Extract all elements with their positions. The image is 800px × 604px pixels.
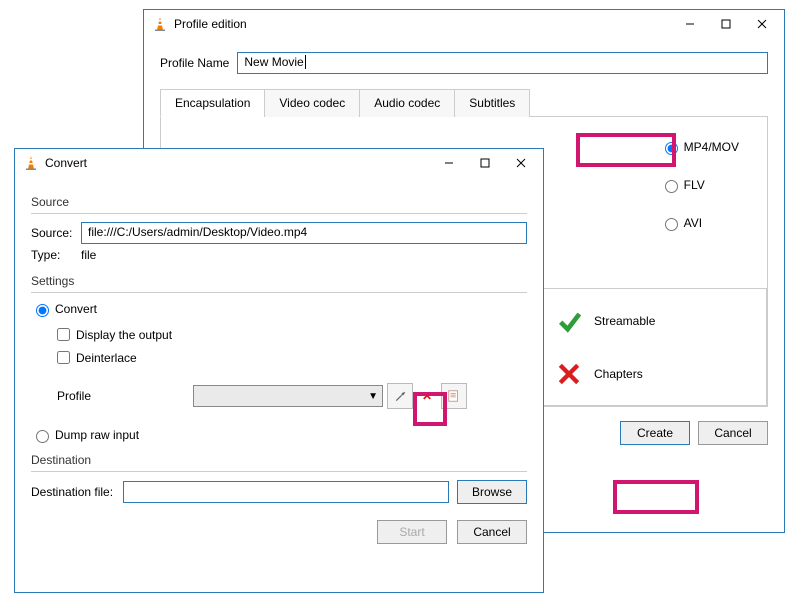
tab-subtitles[interactable]: Subtitles bbox=[454, 89, 530, 117]
settings-group-label: Settings bbox=[31, 274, 527, 288]
radio-flv-input[interactable] bbox=[665, 180, 678, 193]
format-status-box: Streamable Chapters bbox=[537, 288, 767, 406]
minimize-button[interactable] bbox=[672, 14, 708, 34]
source-label: Source: bbox=[31, 226, 81, 240]
minimize-button[interactable] bbox=[431, 153, 467, 173]
check-deinterlace[interactable]: Deinterlace bbox=[53, 348, 527, 367]
check-display-output[interactable]: Display the output bbox=[53, 325, 527, 344]
profile-name-input[interactable]: New Movie bbox=[237, 52, 768, 74]
source-input[interactable]: file:///C:/Users/admin/Desktop/Video.mp4 bbox=[81, 222, 527, 244]
close-button[interactable] bbox=[503, 153, 539, 173]
start-button[interactable]: Start bbox=[377, 520, 447, 544]
titlebar: Profile edition bbox=[144, 10, 784, 38]
radio-dump-raw[interactable]: Dump raw input bbox=[31, 427, 527, 443]
maximize-button[interactable] bbox=[467, 153, 503, 173]
radio-dump-raw-input[interactable] bbox=[36, 430, 49, 443]
create-button[interactable]: Create bbox=[620, 421, 690, 445]
chapters-label: Chapters bbox=[594, 367, 643, 381]
window-title: Convert bbox=[45, 156, 431, 170]
edit-profile-button[interactable] bbox=[387, 383, 413, 409]
delete-profile-button[interactable]: ✕ bbox=[417, 389, 437, 403]
convert-window: Convert Source Source: file:///C:/Users/… bbox=[14, 148, 544, 593]
radio-convert-label: Convert bbox=[55, 302, 97, 316]
titlebar: Convert bbox=[15, 149, 543, 177]
radio-dump-raw-label: Dump raw input bbox=[55, 428, 139, 442]
check-display-output-label: Display the output bbox=[76, 328, 172, 342]
close-button[interactable] bbox=[744, 14, 780, 34]
vlc-icon bbox=[23, 155, 39, 171]
source-group-label: Source bbox=[31, 195, 527, 209]
check-deinterlace-input[interactable] bbox=[57, 351, 70, 364]
check-icon bbox=[556, 307, 584, 335]
tabs: Encapsulation Video codec Audio codec Su… bbox=[160, 88, 768, 117]
radio-mp4-input[interactable] bbox=[665, 142, 678, 155]
radio-flv[interactable]: FLV bbox=[660, 177, 739, 193]
streamable-label: Streamable bbox=[594, 314, 655, 328]
radio-avi[interactable]: AVI bbox=[660, 215, 739, 231]
check-deinterlace-label: Deinterlace bbox=[76, 351, 137, 365]
type-label: Type: bbox=[31, 248, 81, 262]
tab-encapsulation[interactable]: Encapsulation bbox=[160, 89, 265, 117]
radio-convert[interactable]: Convert bbox=[31, 301, 527, 317]
browse-button[interactable]: Browse bbox=[457, 480, 527, 504]
x-icon bbox=[556, 361, 582, 387]
maximize-button[interactable] bbox=[708, 14, 744, 34]
window-title: Profile edition bbox=[174, 17, 672, 31]
type-value: file bbox=[81, 248, 96, 262]
radio-mp4-label: MP4/MOV bbox=[684, 140, 739, 154]
destination-file-input[interactable] bbox=[123, 481, 449, 503]
radio-convert-input[interactable] bbox=[36, 304, 49, 317]
cancel-button[interactable]: Cancel bbox=[457, 520, 527, 544]
radio-avi-input[interactable] bbox=[665, 218, 678, 231]
new-profile-icon bbox=[447, 389, 461, 403]
destination-file-label: Destination file: bbox=[31, 485, 123, 499]
destination-group-label: Destination bbox=[31, 453, 527, 467]
radio-mp4-mov[interactable]: MP4/MOV bbox=[660, 139, 739, 155]
radio-flv-label: FLV bbox=[684, 178, 705, 192]
profile-name-label: Profile Name bbox=[160, 56, 229, 70]
cancel-button[interactable]: Cancel bbox=[698, 421, 768, 445]
wrench-icon bbox=[393, 389, 407, 403]
dropdown-arrow-icon: ▼ bbox=[368, 391, 378, 402]
profile-label: Profile bbox=[53, 389, 193, 403]
vlc-icon bbox=[152, 16, 168, 32]
new-profile-button[interactable] bbox=[441, 383, 467, 409]
tab-video-codec[interactable]: Video codec bbox=[264, 89, 360, 117]
profile-dropdown[interactable]: ▼ bbox=[193, 385, 383, 407]
check-display-output-input[interactable] bbox=[57, 328, 70, 341]
radio-avi-label: AVI bbox=[684, 216, 702, 230]
tab-audio-codec[interactable]: Audio codec bbox=[359, 89, 455, 117]
